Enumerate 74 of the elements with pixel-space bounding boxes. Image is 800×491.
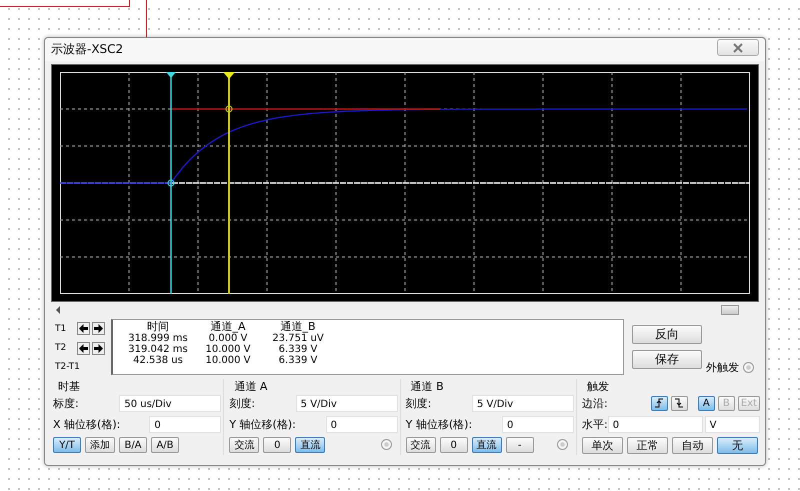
cursor-left-button[interactable] (77, 342, 90, 355)
field-label: 刻度: (229, 396, 256, 410)
table-cell-text: 318.999 ms (127, 333, 189, 344)
group-title: 时基 (57, 379, 81, 392)
table-cell-text: 0.000 V (208, 333, 248, 344)
mode-button[interactable]: 添加 (85, 437, 115, 453)
column-header: 时间 (146, 321, 170, 333)
coupling-button[interactable]: 直流 (295, 437, 326, 453)
mode-button[interactable]: B/A (119, 437, 147, 453)
mode-button[interactable]: Y/T (53, 437, 81, 453)
close-button[interactable] (717, 39, 759, 56)
table-cell-text: 10.000 V (204, 344, 252, 355)
falling-edge-button[interactable] (670, 396, 688, 410)
input-field[interactable]: 0 (149, 416, 222, 432)
field-label: 边沿: (582, 396, 608, 410)
scrollbar-thumb[interactable] (721, 305, 739, 315)
trigger-mode-button[interactable]: 自动 (672, 436, 713, 454)
left-arrow-icon (79, 344, 88, 353)
trigger-mode-button[interactable]: 正常 (626, 436, 668, 454)
rising-edge-icon (654, 398, 664, 408)
coupling-button[interactable]: 0 (263, 437, 292, 453)
unit-field[interactable]: V (704, 416, 760, 432)
cursor-right-button[interactable] (92, 342, 105, 355)
field-label: 刻度: (406, 396, 432, 410)
left-arrow-icon (55, 306, 61, 314)
input-field[interactable]: 50 us/Div (119, 394, 222, 412)
external-trigger-label: 外触发 (706, 360, 739, 375)
table-cell-text: 6.339 V (278, 344, 318, 355)
radio-button[interactable] (380, 438, 392, 450)
schematic-wire (146, 0, 147, 37)
coupling-button[interactable]: 直流 (472, 437, 502, 453)
table-cell-text: 23.751 uV (271, 333, 325, 344)
reverse-button[interactable]: 反向 (632, 325, 702, 344)
window-title: 示波器-XSC2 (51, 41, 124, 58)
coupling-button[interactable]: 0 (440, 437, 468, 453)
cursor-right-button[interactable] (92, 322, 105, 336)
cursor-label: T2 (55, 343, 68, 354)
left-arrow-icon (79, 324, 88, 334)
field-label: 水平: (582, 416, 608, 432)
cursor-left-button[interactable] (77, 322, 90, 336)
group-title: 通道 A (233, 379, 268, 392)
input-field[interactable]: 0 (326, 416, 398, 432)
radio-button[interactable] (556, 438, 568, 450)
field-label: Y 轴位移(格): (229, 416, 296, 432)
cursor-label: T1 (55, 324, 68, 334)
coupling-button[interactable]: 交流 (406, 437, 436, 453)
trigger-mode-button[interactable]: 无 (716, 436, 758, 454)
coupling-button[interactable]: - (506, 437, 534, 453)
table-cell-text: 10.000 V (204, 355, 252, 366)
save-button[interactable]: 保存 (632, 350, 702, 369)
group-title: 通道 B (410, 379, 445, 392)
input-field[interactable]: 0 (502, 416, 574, 432)
right-arrow-icon (94, 344, 103, 353)
table-cell-text: 42.538 us (132, 355, 184, 366)
column-header: 通道_B (279, 321, 317, 333)
table-cell-text: 6.339 V (278, 355, 318, 366)
column-header: 通道_A (209, 321, 247, 333)
rising-edge-button[interactable] (650, 396, 668, 410)
close-icon (732, 42, 744, 52)
mode-button[interactable]: A/B (151, 437, 179, 453)
trigger-mode-button[interactable]: 单次 (582, 436, 623, 454)
input-field[interactable]: 0 (608, 416, 703, 432)
falling-edge-icon (674, 398, 684, 408)
group-title: 触发 (586, 379, 610, 392)
field-label: X 轴位移(格): (53, 416, 120, 432)
field-label: Y 轴位移(格): (406, 416, 472, 432)
input-field[interactable]: 5 V/Div (472, 394, 574, 412)
right-arrow-icon (94, 324, 103, 334)
input-field[interactable]: 5 V/Div (296, 394, 398, 412)
source-button[interactable]: A (698, 396, 715, 410)
field-label: 标度: (53, 396, 79, 410)
coupling-button[interactable]: 交流 (229, 437, 260, 453)
radio-button[interactable] (743, 362, 754, 373)
table-cell-text: 319.042 ms (127, 344, 189, 355)
